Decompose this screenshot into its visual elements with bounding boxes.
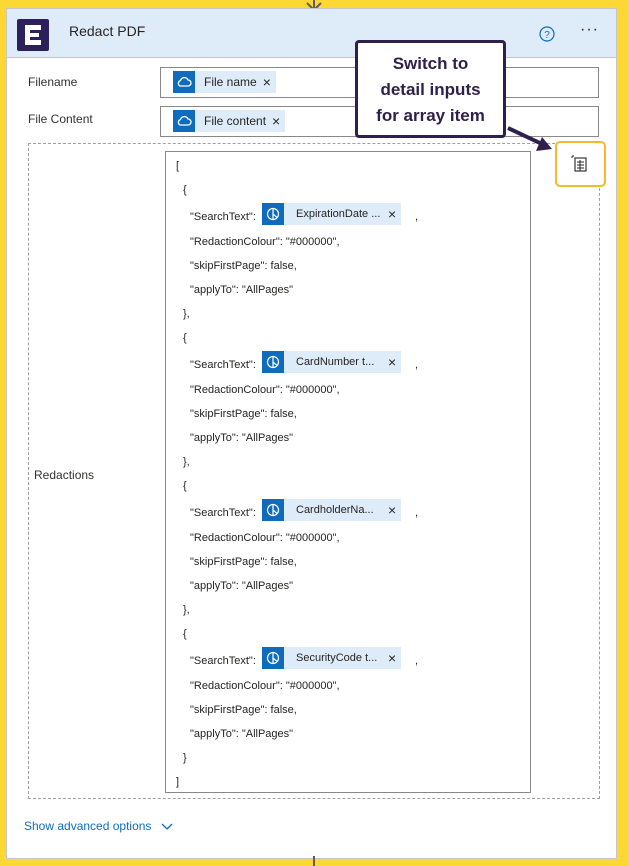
form-recognizer-icon [262,351,284,373]
switch-to-detail-inputs-button[interactable] [555,141,606,187]
remove-token-icon[interactable]: × [388,650,401,666]
redactions-json-editor[interactable]: [ { "SearchText": ExpirationDate ... × ,… [165,151,531,793]
comma: , [415,211,419,223]
remove-token-icon[interactable]: × [263,74,276,90]
search-text-key: "SearchText": [190,507,256,519]
connector-line [313,856,315,866]
apply-to-line: "applyTo": "AllPages" [190,432,294,444]
item-open-brace: { [183,480,187,492]
redaction-colour-line: "RedactionColour": "#000000", [190,236,340,248]
security-code-token[interactable]: SecurityCode t... × [262,647,402,669]
remove-token-icon[interactable]: × [388,354,401,370]
redaction-colour-line: "RedactionColour": "#000000", [190,680,340,692]
encodian-app-icon [17,19,49,51]
filename-label: Filename [28,75,78,89]
item-open-brace: { [183,184,187,196]
close-bracket: ] [176,776,180,788]
search-text-key: "SearchText": [190,359,256,371]
expiration-date-token[interactable]: ExpirationDate ... × [262,203,402,225]
item-close-brace: } [183,752,187,764]
card-number-token[interactable]: CardNumber t... × [262,351,402,373]
skip-first-page-line: "skipFirstPage": false, [190,704,297,716]
item-close-brace: }, [183,604,190,616]
item-open-brace: { [183,628,187,640]
redaction-colour-line: "RedactionColour": "#000000", [190,384,340,396]
comma: , [415,655,419,667]
search-text-key: "SearchText": [190,655,256,667]
item-close-brace: }, [183,308,190,320]
apply-to-line: "applyTo": "AllPages" [190,728,294,740]
callout-line-1: Switch to [392,54,469,73]
action-title: Redact PDF [69,23,146,39]
expiration-date-token-label: ExpirationDate ... [296,208,381,220]
file-name-token[interactable]: File name × [173,71,276,93]
file-content-label: File Content [28,112,93,126]
apply-to-line: "applyTo": "AllPages" [190,284,294,296]
search-text-key: "SearchText": [190,211,256,223]
redaction-colour-line: "RedactionColour": "#000000", [190,532,340,544]
onedrive-cloud-icon [173,71,195,93]
form-recognizer-icon [262,647,284,669]
security-code-token-label: SecurityCode t... [296,652,378,664]
callout-line-3: for array item [376,106,485,125]
comma: , [415,507,419,519]
skip-first-page-line: "skipFirstPage": false, [190,260,297,272]
chevron-down-icon [161,823,173,830]
help-circle-icon[interactable]: ? [539,26,555,42]
apply-to-line: "applyTo": "AllPages" [190,580,294,592]
file-content-token-label: File content [204,114,267,128]
more-horizontal-icon[interactable]: ··· [580,22,602,40]
redactions-label: Redactions [34,468,95,482]
show-advanced-options-label: Show advanced options [24,819,152,833]
form-recognizer-icon [262,203,284,225]
show-advanced-options-link[interactable]: Show advanced options [24,819,173,833]
svg-text:?: ? [544,30,550,41]
cardholder-name-token[interactable]: CardholderNa... × [262,499,402,521]
open-bracket: [ [176,160,180,172]
file-content-token[interactable]: File content × [173,110,286,132]
onedrive-cloud-icon [173,110,195,132]
callout-text: Switch to detail inputs for array item [358,51,503,129]
comma: , [415,359,419,371]
annotation-callout: Switch to detail inputs for array item [355,40,506,138]
skip-first-page-line: "skipFirstPage": false, [190,556,297,568]
file-name-token-label: File name [204,75,257,89]
callout-arrow-icon [507,126,552,151]
remove-token-icon[interactable]: × [388,502,401,518]
item-close-brace: }, [183,456,190,468]
skip-first-page-line: "skipFirstPage": false, [190,408,297,420]
remove-token-icon[interactable]: × [388,206,401,222]
remove-token-icon[interactable]: × [272,113,285,129]
switch-to-detail-inputs-icon [571,155,587,172]
callout-line-2: detail inputs [380,80,481,99]
card-number-token-label: CardNumber t... [296,356,375,368]
cardholder-name-token-label: CardholderNa... [296,504,374,516]
form-recognizer-icon [262,499,284,521]
action-header[interactable]: Redact PDF ? ··· [7,9,616,58]
item-open-brace: { [183,332,187,344]
